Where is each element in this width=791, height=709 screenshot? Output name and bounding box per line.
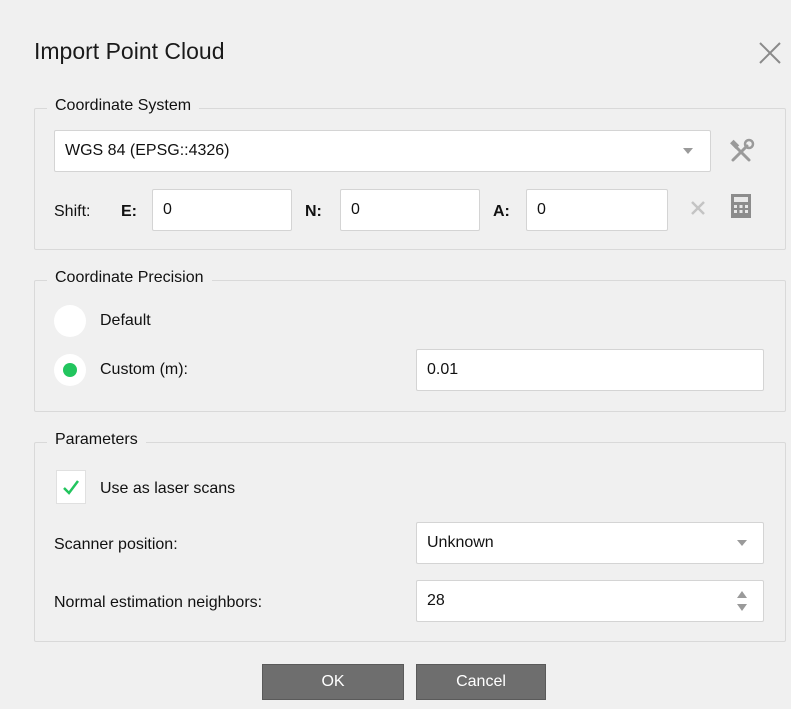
coordinate-precision-legend: Coordinate Precision — [47, 269, 212, 287]
chevron-down-icon — [737, 540, 747, 546]
shift-e-value: 0 — [163, 201, 172, 218]
check-icon — [63, 480, 79, 495]
normal-neighbors-spinbox[interactable]: 28 — [416, 580, 764, 622]
shift-a-input[interactable]: 0 — [526, 189, 668, 231]
parameters-legend: Parameters — [47, 431, 146, 449]
custom-radio-label: Custom (m): — [100, 361, 188, 378]
default-radio[interactable] — [54, 305, 86, 337]
coordinate-system-select[interactable]: WGS 84 (EPSG::4326) — [54, 130, 711, 172]
shift-a-value: 0 — [537, 201, 546, 218]
shift-e-label: E: — [121, 203, 137, 220]
shift-label: Shift: — [54, 203, 91, 220]
ok-button[interactable]: OK — [262, 664, 404, 700]
radio-selected-dot — [63, 363, 77, 377]
laser-scans-checkbox[interactable] — [56, 470, 86, 504]
default-radio-label: Default — [100, 312, 151, 329]
chevron-down-icon — [683, 148, 693, 154]
normal-neighbors-value: 28 — [427, 592, 445, 609]
shift-a-label: A: — [493, 203, 510, 220]
shift-n-label: N: — [305, 203, 322, 220]
scanner-position-value: Unknown — [427, 534, 494, 551]
coordinate-system-legend: Coordinate System — [47, 97, 200, 115]
custom-precision-value: 0.01 — [427, 361, 459, 378]
laser-scans-label: Use as laser scans — [100, 480, 236, 497]
dialog-title: Import Point Cloud — [34, 38, 225, 64]
cancel-button[interactable]: Cancel — [416, 664, 546, 700]
import-point-cloud-dialog: Import Point Cloud Coordinate System WGS… — [0, 0, 791, 709]
custom-precision-input[interactable]: 0.01 — [416, 349, 764, 391]
clear-x-icon[interactable] — [688, 198, 708, 218]
shift-n-value: 0 — [351, 201, 360, 218]
coordinate-system-value: WGS 84 (EPSG::4326) — [65, 142, 230, 159]
custom-radio[interactable] — [54, 354, 86, 386]
scanner-position-label: Scanner position: — [54, 536, 178, 553]
shift-n-input[interactable]: 0 — [340, 189, 480, 231]
spin-arrows-icon[interactable] — [735, 589, 749, 613]
shift-e-input[interactable]: 0 — [152, 189, 292, 231]
scanner-position-select[interactable]: Unknown — [416, 522, 764, 564]
normal-neighbors-label: Normal estimation neighbors: — [54, 594, 263, 611]
coordinate-precision-group: Coordinate Precision — [34, 269, 786, 412]
calculator-icon[interactable] — [730, 193, 752, 219]
close-icon[interactable] — [755, 38, 785, 68]
tools-icon[interactable] — [727, 136, 757, 166]
